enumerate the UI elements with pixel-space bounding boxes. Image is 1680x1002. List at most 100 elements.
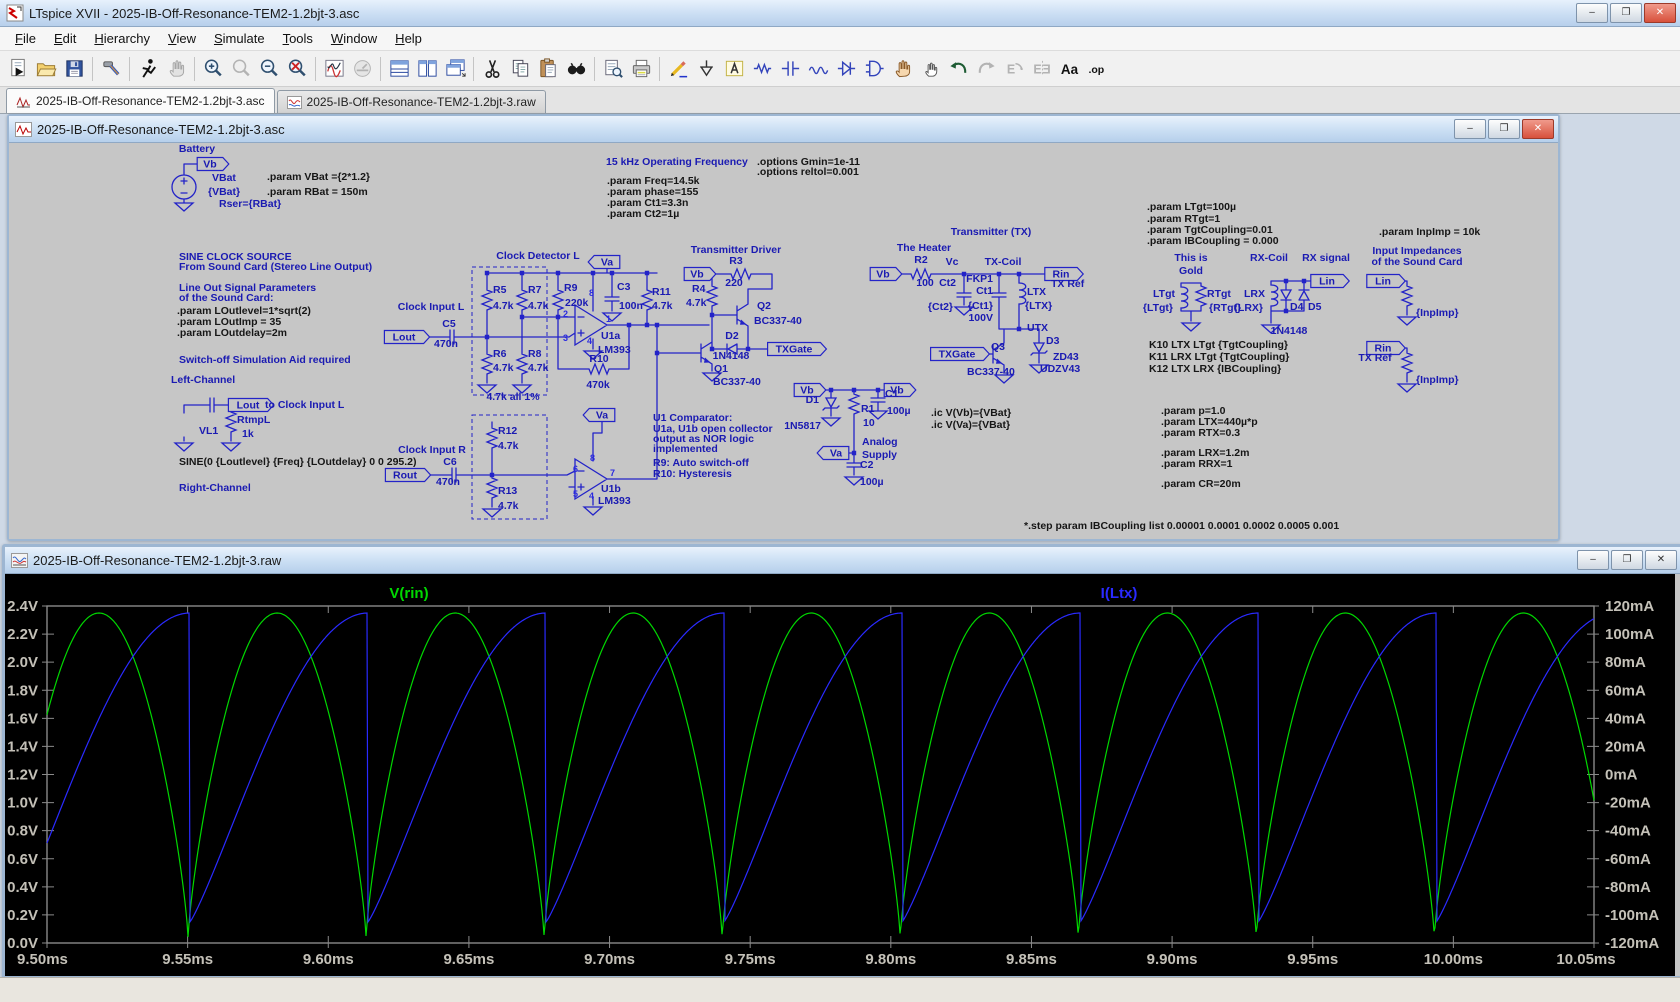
trace-label-I(Ltx)[interactable]: I(Ltx): [1101, 585, 1138, 602]
close-button[interactable]: ✕: [1644, 3, 1676, 23]
open-folder-icon[interactable]: [32, 55, 60, 83]
halt-icon: [162, 55, 190, 83]
diode-icon[interactable]: [832, 55, 860, 83]
tab-waveform[interactable]: 2025-IB-Off-Resonance-TEM2-1.2bjt-3.raw: [277, 90, 546, 113]
component-icon[interactable]: [860, 55, 888, 83]
y-right-tick-label: -120mA: [1605, 935, 1659, 952]
drag-icon[interactable]: [916, 55, 944, 83]
waveform-minimize-button[interactable]: –: [1577, 550, 1609, 570]
schematic-text: R13: [498, 485, 517, 497]
schematic-canvas[interactable]: VbLoutLoutRoutVaVaVbTXGateVbVbVaVbRinTXG…: [9, 143, 1554, 539]
menu-help[interactable]: Help: [386, 29, 431, 48]
schematic-text: R12: [498, 425, 517, 437]
copy-icon[interactable]: [506, 55, 534, 83]
tile-vertical-icon[interactable]: [385, 55, 413, 83]
maximize-button[interactable]: ❐: [1610, 3, 1642, 23]
schematic-text: Ct1: [976, 285, 993, 297]
schematic-text: RtmpL: [237, 414, 271, 426]
schematic-window: 2025-IB-Off-Resonance-TEM2-1.2bjt-3.asc …: [7, 114, 1560, 541]
schematic-text: TX Ref: [1051, 278, 1085, 290]
net-label-icon[interactable]: [720, 55, 748, 83]
zoom-full-extents-icon[interactable]: [283, 55, 311, 83]
schematic-text: 100: [916, 277, 934, 289]
schematic-close-button[interactable]: ✕: [1522, 119, 1554, 139]
schematic-text: Analog: [862, 436, 898, 448]
schematic-text: 1k: [242, 428, 254, 440]
inductor-icon[interactable]: [804, 55, 832, 83]
zoom-out-icon[interactable]: [255, 55, 283, 83]
minimize-button[interactable]: –: [1576, 3, 1608, 23]
schematic-text: 8: [590, 453, 595, 463]
y-left-tick-label: 2.0V: [7, 654, 38, 671]
waveform-close-button[interactable]: ✕: [1645, 550, 1677, 570]
menu-file[interactable]: File: [6, 29, 45, 48]
schematic-minimize-button[interactable]: –: [1454, 119, 1486, 139]
wire-icon[interactable]: [664, 55, 692, 83]
cascade-windows-icon[interactable]: [441, 55, 469, 83]
find-icon[interactable]: [562, 55, 590, 83]
toolbar-separator: [194, 57, 195, 81]
menu-edit[interactable]: Edit: [45, 29, 85, 48]
schematic-text: LRX: [1244, 288, 1265, 300]
waveform-plot[interactable]: 2.4V120mA2.2V100mA2.0V80mA1.8V60mA1.6V40…: [5, 574, 1675, 976]
y-left-tick-label: 0.8V: [7, 823, 38, 840]
schematic-titlebar[interactable]: 2025-IB-Off-Resonance-TEM2-1.2bjt-3.asc …: [9, 116, 1558, 143]
save-icon[interactable]: [60, 55, 88, 83]
y-left-tick-label: 2.2V: [7, 626, 38, 643]
spice-directive-icon[interactable]: .op: [1084, 55, 1112, 83]
schematic-text: {LTX}: [1025, 300, 1052, 312]
waveform-doc-icon: [11, 553, 28, 568]
schematic-text: .param CR=20m: [1161, 478, 1241, 490]
schematic-text: 100µ: [887, 405, 911, 417]
schematic-text: 4.7k: [493, 362, 514, 374]
menu-window[interactable]: Window: [322, 29, 386, 48]
toolbar-separator: [659, 57, 660, 81]
schematic-text: R8: [528, 348, 542, 360]
ltspice-app-icon: [6, 4, 24, 22]
tile-horizontal-icon[interactable]: [413, 55, 441, 83]
text-icon[interactable]: Aa: [1056, 55, 1084, 83]
ground-icon[interactable]: [692, 55, 720, 83]
zoom-in-icon[interactable]: [199, 55, 227, 83]
schematic-text: .param IBCoupling = 0.000: [1147, 235, 1279, 247]
print-preview-icon[interactable]: [599, 55, 627, 83]
schematic-text: C2: [860, 459, 874, 471]
capacitor-icon[interactable]: [776, 55, 804, 83]
efficiency-report-icon: [348, 55, 376, 83]
main-titlebar[interactable]: LTspice XVII - 2025-IB-Off-Resonance-TEM…: [0, 0, 1680, 27]
menu-simulate[interactable]: Simulate: [205, 29, 274, 48]
schematic-text: {VBat}: [208, 186, 240, 198]
new-schematic-icon[interactable]: [4, 55, 32, 83]
schematic-text: Right-Channel: [179, 482, 251, 494]
net-flag-label: Lout: [393, 332, 416, 344]
menu-hierarchy[interactable]: Hierarchy: [85, 29, 159, 48]
x-tick-label: 9.90ms: [1147, 951, 1198, 968]
trace-label-V(rin)[interactable]: V(rin): [389, 585, 428, 602]
undo-icon[interactable]: [944, 55, 972, 83]
print-icon[interactable]: [627, 55, 655, 83]
net-flag-label: Va: [601, 257, 613, 269]
schematic-restore-button[interactable]: ❐: [1488, 119, 1520, 139]
schematic-text: UTX: [1027, 322, 1048, 334]
tab-schematic[interactable]: 2025-IB-Off-Resonance-TEM2-1.2bjt-3.asc: [6, 88, 275, 113]
schematic-text: LTX: [1027, 286, 1046, 298]
resistor-icon[interactable]: [748, 55, 776, 83]
x-tick-label: 9.85ms: [1006, 951, 1057, 968]
paste-icon[interactable]: [534, 55, 562, 83]
waveform-restore-button[interactable]: ❐: [1611, 550, 1643, 570]
menu-tools[interactable]: Tools: [274, 29, 322, 48]
y-left-tick-label: 0.6V: [7, 851, 38, 868]
autorange-waveform-icon[interactable]: [320, 55, 348, 83]
waveform-titlebar[interactable]: 2025-IB-Off-Resonance-TEM2-1.2bjt-3.raw …: [5, 547, 1680, 574]
schematic-text: 1N5817: [784, 420, 821, 432]
menu-view[interactable]: View: [159, 29, 205, 48]
net-flag-label: Vb: [876, 269, 889, 281]
run-icon[interactable]: [134, 55, 162, 83]
control-panel-icon[interactable]: [97, 55, 125, 83]
x-tick-label: 9.95ms: [1287, 951, 1338, 968]
schematic-text: 6: [573, 464, 578, 474]
move-icon[interactable]: [888, 55, 916, 83]
svg-text:.op: .op: [1088, 64, 1104, 76]
schematic-text: .param VBat ={2*1.2}: [267, 171, 370, 183]
cut-icon[interactable]: [478, 55, 506, 83]
